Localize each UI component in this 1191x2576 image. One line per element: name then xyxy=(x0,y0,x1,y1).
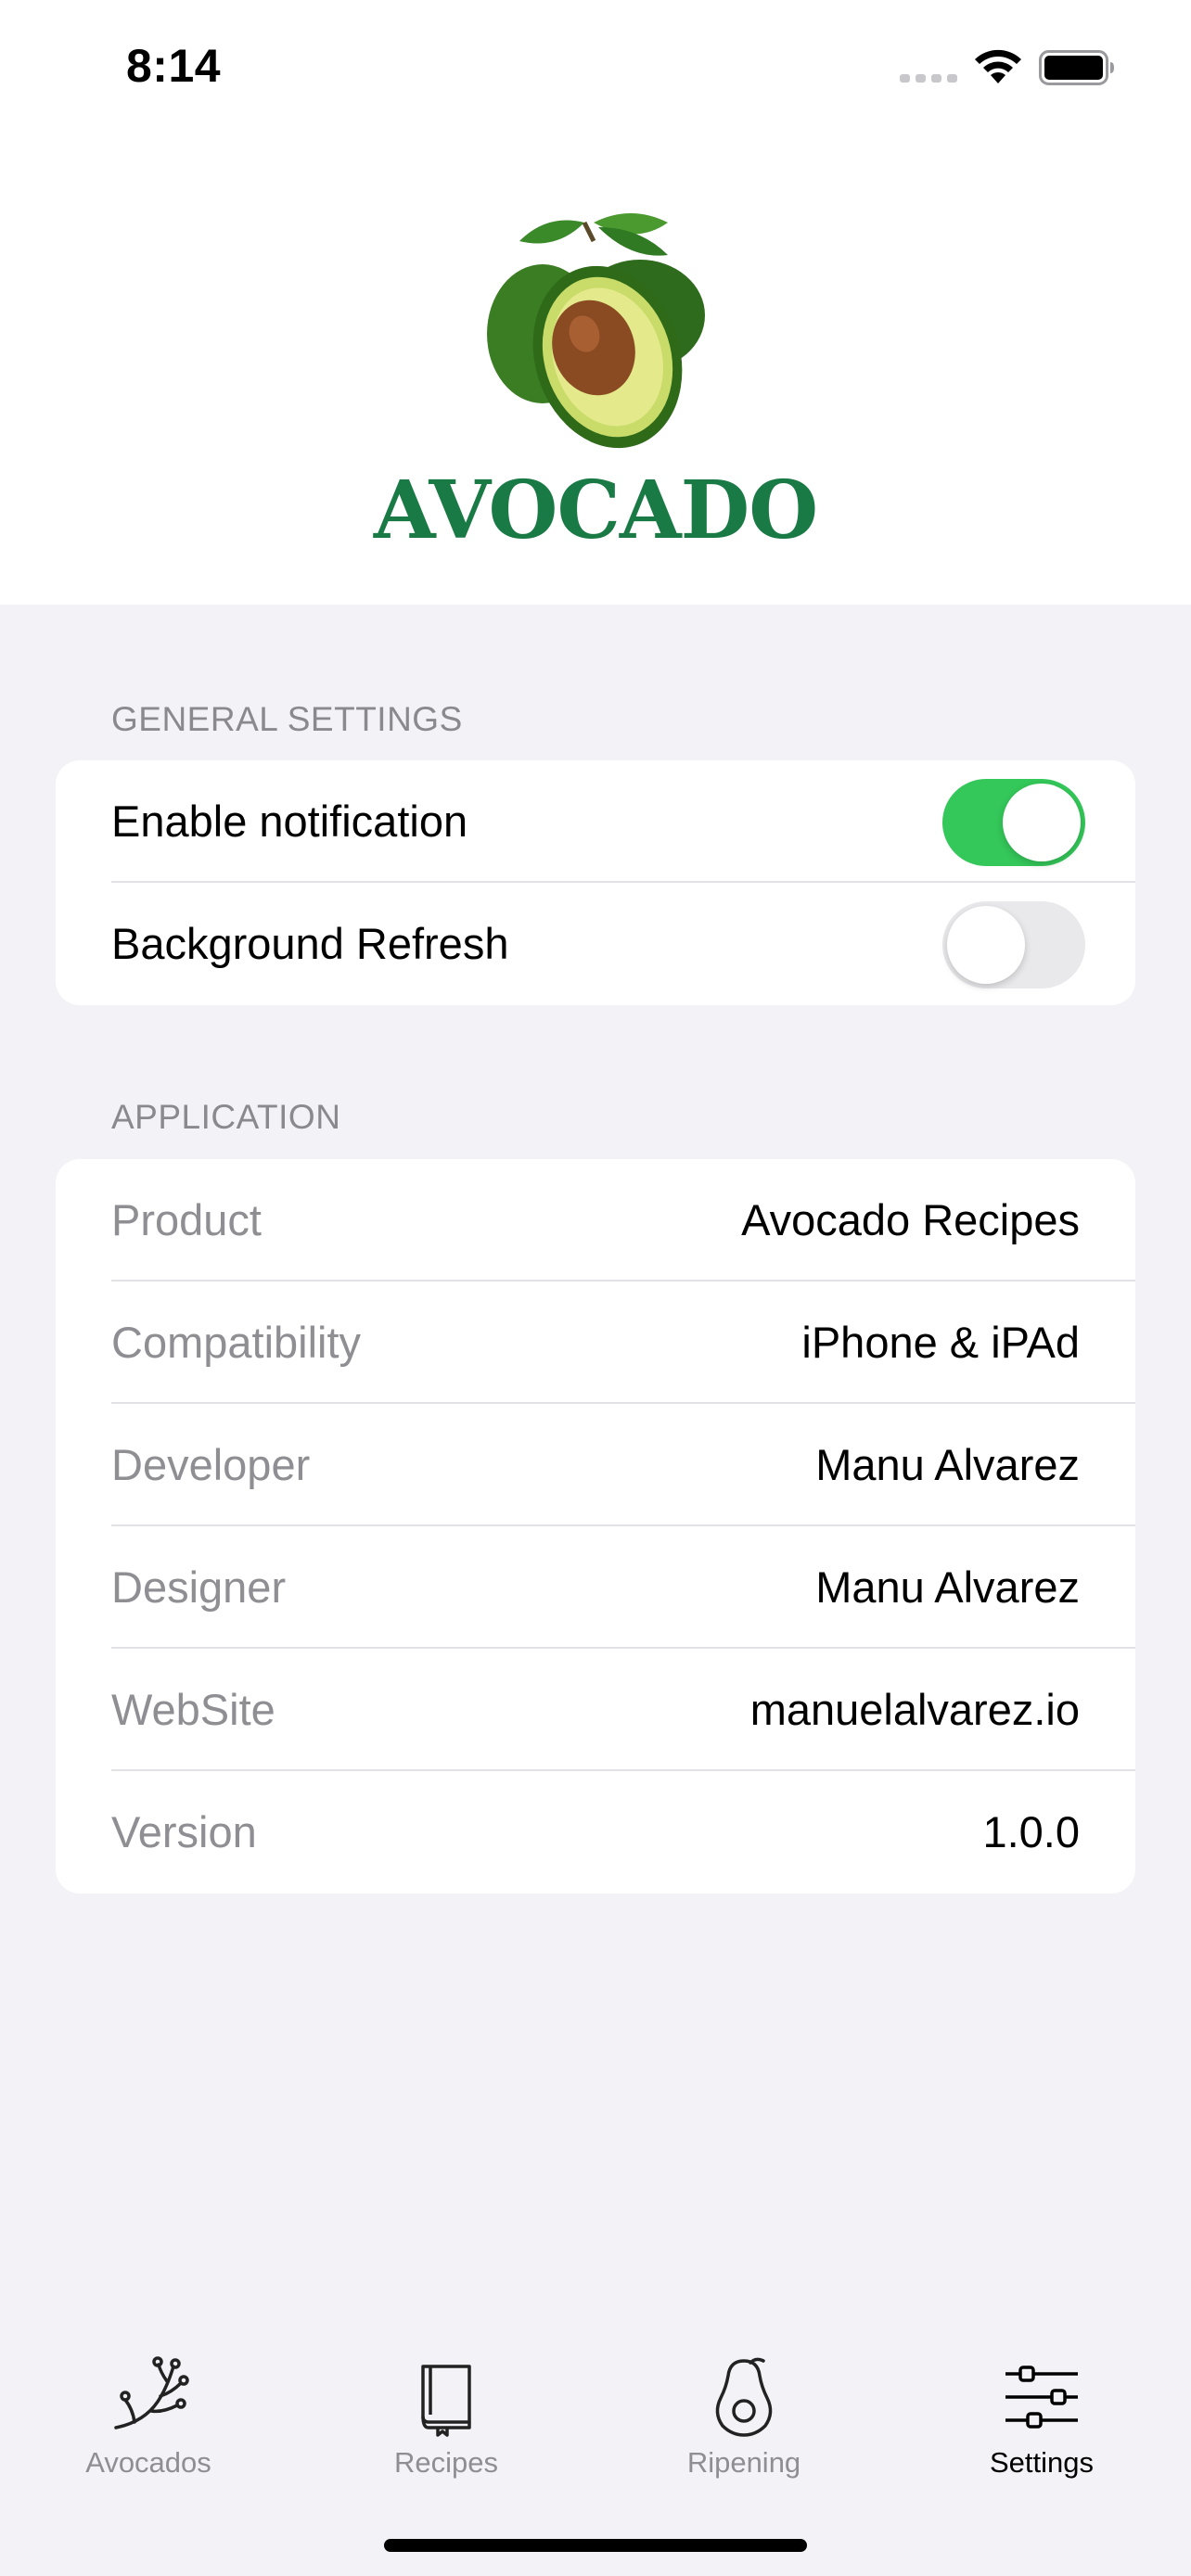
tab-settings[interactable]: Settings xyxy=(903,2355,1181,2480)
background-refresh-toggle[interactable] xyxy=(942,901,1085,988)
version-row: Version 1.0.0 xyxy=(56,1771,1135,1894)
product-value: Avocado Recipes xyxy=(741,1195,1080,1244)
developer-row: Developer Manu Alvarez xyxy=(56,1404,1135,1526)
background-refresh-label: Background Refresh xyxy=(111,919,509,968)
branch-icon xyxy=(114,2356,189,2429)
avocado-logo-text: AVOCADO xyxy=(373,464,818,557)
home-indicator xyxy=(384,2539,807,2552)
toggle-knob xyxy=(947,906,1025,984)
status-time: 8:14 xyxy=(126,40,222,92)
application-title: APPLICATION xyxy=(111,1098,341,1136)
tab-recipes-label: Recipes xyxy=(394,2446,498,2479)
designer-value: Manu Alvarez xyxy=(815,1562,1080,1612)
tab-recipes[interactable]: Recipes xyxy=(307,2355,585,2480)
designer-label: Designer xyxy=(111,1562,287,1612)
book-icon xyxy=(421,2365,471,2437)
compatibility-value: iPhone & iPAd xyxy=(801,1318,1080,1367)
status-bar: 8:14 xyxy=(0,0,1191,121)
developer-value: Manu Alvarez xyxy=(815,1440,1080,1489)
cellular-signal-icon xyxy=(900,74,957,83)
tab-avocados[interactable]: Avocados xyxy=(9,2355,288,2480)
version-value: 1.0.0 xyxy=(982,1807,1080,1856)
application-group: Product Avocado Recipes Compatibility iP… xyxy=(56,1159,1135,1894)
general-settings-group: Enable notification Background Refresh xyxy=(56,760,1135,1005)
sliders-icon xyxy=(1005,2366,1078,2429)
compatibility-row: Compatibility iPhone & iPAd xyxy=(56,1282,1135,1404)
background-refresh-row: Background Refresh xyxy=(56,883,1135,1005)
product-label: Product xyxy=(111,1195,262,1244)
designer-row: Designer Manu Alvarez xyxy=(56,1526,1135,1649)
enable-notification-row: Enable notification xyxy=(56,760,1135,883)
tab-ripening-label: Ripening xyxy=(686,2446,801,2479)
tab-ripening[interactable]: Ripening xyxy=(605,2355,883,2480)
website-value[interactable]: manuelalvarez.io xyxy=(750,1649,1080,1771)
website-label: WebSite xyxy=(111,1685,275,1734)
general-settings-title: GENERAL SETTINGS xyxy=(111,700,463,738)
product-row: Product Avocado Recipes xyxy=(56,1159,1135,1282)
tab-settings-label: Settings xyxy=(989,2446,1094,2479)
avocado-logo-image xyxy=(487,213,705,449)
avocado-icon xyxy=(715,2357,773,2437)
website-row[interactable]: WebSite manuelalvarez.io xyxy=(56,1649,1135,1771)
tab-avocados-label: Avocados xyxy=(85,2446,211,2479)
toggle-knob xyxy=(1003,784,1081,861)
developer-label: Developer xyxy=(111,1440,311,1489)
enable-notification-label: Enable notification xyxy=(111,797,468,846)
compatibility-label: Compatibility xyxy=(111,1318,362,1367)
tab-bar: Avocados Recipes Ripening Settings xyxy=(0,2318,1191,2576)
enable-notification-toggle[interactable] xyxy=(942,779,1085,866)
battery-icon xyxy=(1039,50,1114,85)
wifi-icon xyxy=(975,49,1021,83)
version-label: Version xyxy=(111,1807,257,1856)
app-header: AVOCADO xyxy=(0,121,1191,605)
